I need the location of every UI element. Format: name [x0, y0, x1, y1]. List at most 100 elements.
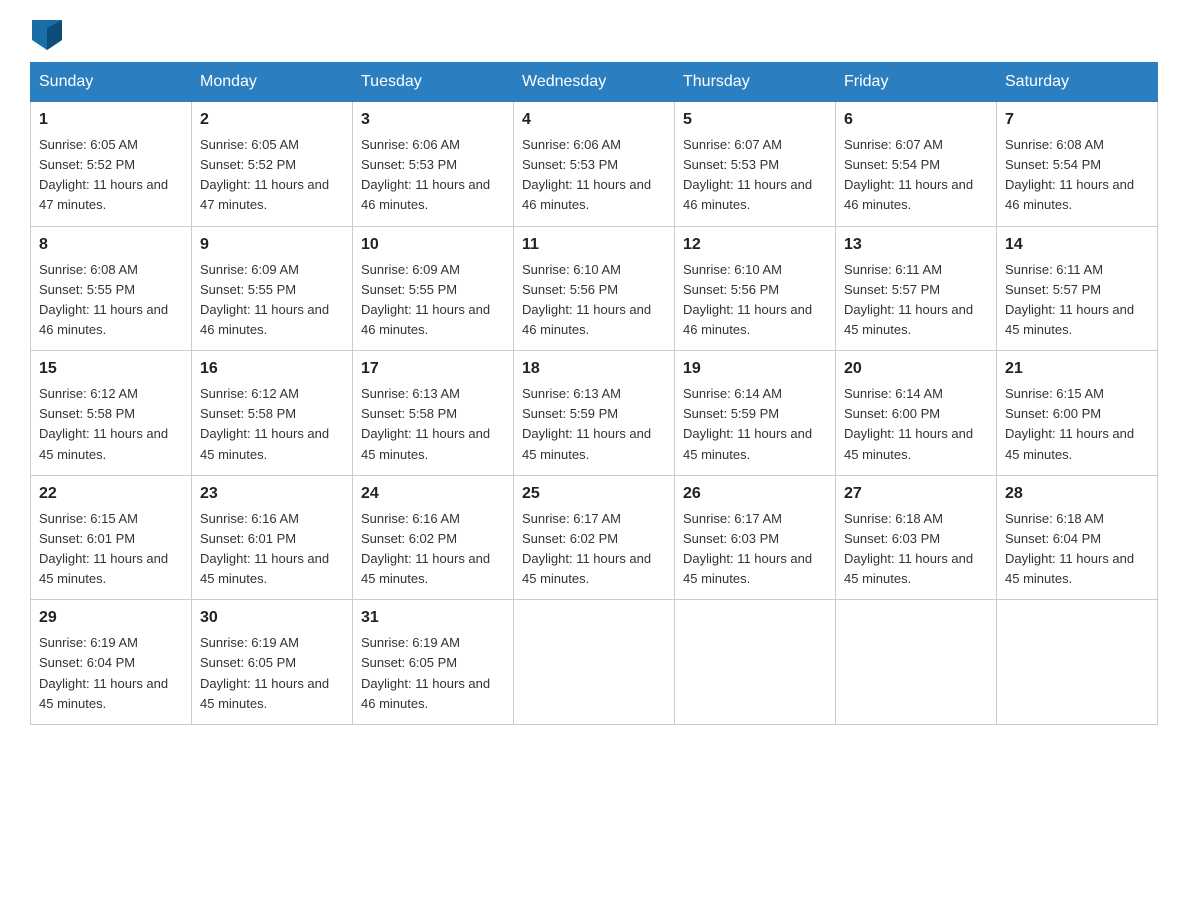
day-number: 22	[39, 482, 183, 506]
day-number: 19	[683, 357, 827, 381]
calendar-cell: 15 Sunrise: 6:12 AMSunset: 5:58 PMDayligh…	[31, 351, 192, 476]
calendar-cell: 7 Sunrise: 6:08 AMSunset: 5:54 PMDaylight…	[997, 102, 1158, 227]
calendar-cell	[836, 600, 997, 725]
day-number: 16	[200, 357, 344, 381]
day-number: 17	[361, 357, 505, 381]
day-number: 4	[522, 108, 666, 132]
day-info: Sunrise: 6:19 AMSunset: 6:05 PMDaylight:…	[361, 633, 505, 714]
day-number: 20	[844, 357, 988, 381]
calendar-cell: 20 Sunrise: 6:14 AMSunset: 6:00 PMDayligh…	[836, 351, 997, 476]
day-number: 2	[200, 108, 344, 132]
calendar-cell: 14 Sunrise: 6:11 AMSunset: 5:57 PMDayligh…	[997, 226, 1158, 351]
calendar-week-row: 15 Sunrise: 6:12 AMSunset: 5:58 PMDayligh…	[31, 351, 1158, 476]
calendar-cell: 1 Sunrise: 6:05 AMSunset: 5:52 PMDaylight…	[31, 102, 192, 227]
day-info: Sunrise: 6:05 AMSunset: 5:52 PMDaylight:…	[39, 135, 183, 216]
calendar-cell: 23 Sunrise: 6:16 AMSunset: 6:01 PMDayligh…	[192, 475, 353, 600]
calendar-cell: 28Sunrise: 6:18 AMSunset: 6:04 PMDayligh…	[997, 475, 1158, 600]
calendar-cell	[675, 600, 836, 725]
day-info: Sunrise: 6:08 AMSunset: 5:54 PMDaylight:…	[1005, 135, 1149, 216]
calendar-cell	[514, 600, 675, 725]
calendar-week-row: 22 Sunrise: 6:15 AMSunset: 6:01 PMDayligh…	[31, 475, 1158, 600]
calendar-cell: 31 Sunrise: 6:19 AMSunset: 6:05 PMDayligh…	[353, 600, 514, 725]
day-number: 1	[39, 108, 183, 132]
day-info: Sunrise: 6:13 AMSunset: 5:58 PMDaylight:…	[361, 384, 505, 465]
weekday-header-row: SundayMondayTuesdayWednesdayThursdayFrid…	[31, 63, 1158, 102]
calendar-cell: 12Sunrise: 6:10 AMSunset: 5:56 PMDayligh…	[675, 226, 836, 351]
day-number: 26	[683, 482, 827, 506]
day-info: Sunrise: 6:09 AMSunset: 5:55 PMDaylight:…	[200, 260, 344, 341]
day-number: 13	[844, 233, 988, 257]
day-info: Sunrise: 6:12 AMSunset: 5:58 PMDaylight:…	[39, 384, 183, 465]
logo-icon	[32, 20, 62, 50]
page-header	[30, 20, 1158, 42]
calendar-cell: 16 Sunrise: 6:12 AMSunset: 5:58 PMDayligh…	[192, 351, 353, 476]
day-number: 12	[683, 233, 827, 257]
day-info: Sunrise: 6:19 AMSunset: 6:05 PMDaylight:…	[200, 633, 344, 714]
day-number: 11	[522, 233, 666, 257]
day-number: 18	[522, 357, 666, 381]
day-number: 8	[39, 233, 183, 257]
day-info: Sunrise: 6:06 AMSunset: 5:53 PMDaylight:…	[361, 135, 505, 216]
day-number: 21	[1005, 357, 1149, 381]
weekday-header-saturday: Saturday	[997, 63, 1158, 102]
day-number: 29	[39, 606, 183, 630]
day-info: Sunrise: 6:15 AMSunset: 6:01 PMDaylight:…	[39, 509, 183, 590]
day-info: Sunrise: 6:15 AMSunset: 6:00 PMDaylight:…	[1005, 384, 1149, 465]
weekday-header-monday: Monday	[192, 63, 353, 102]
day-number: 6	[844, 108, 988, 132]
day-number: 9	[200, 233, 344, 257]
day-info: Sunrise: 6:11 AMSunset: 5:57 PMDaylight:…	[844, 260, 988, 341]
calendar-cell: 18Sunrise: 6:13 AMSunset: 5:59 PMDayligh…	[514, 351, 675, 476]
calendar-cell: 21 Sunrise: 6:15 AMSunset: 6:00 PMDayligh…	[997, 351, 1158, 476]
calendar-cell: 10Sunrise: 6:09 AMSunset: 5:55 PMDayligh…	[353, 226, 514, 351]
day-number: 23	[200, 482, 344, 506]
day-number: 15	[39, 357, 183, 381]
calendar-cell: 19 Sunrise: 6:14 AMSunset: 5:59 PMDayligh…	[675, 351, 836, 476]
day-number: 14	[1005, 233, 1149, 257]
calendar-week-row: 1 Sunrise: 6:05 AMSunset: 5:52 PMDaylight…	[31, 102, 1158, 227]
day-info: Sunrise: 6:14 AMSunset: 6:00 PMDaylight:…	[844, 384, 988, 465]
day-info: Sunrise: 6:11 AMSunset: 5:57 PMDaylight:…	[1005, 260, 1149, 341]
calendar-cell: 25Sunrise: 6:17 AMSunset: 6:02 PMDayligh…	[514, 475, 675, 600]
day-info: Sunrise: 6:06 AMSunset: 5:53 PMDaylight:…	[522, 135, 666, 216]
day-number: 5	[683, 108, 827, 132]
weekday-header-friday: Friday	[836, 63, 997, 102]
day-info: Sunrise: 6:17 AMSunset: 6:03 PMDaylight:…	[683, 509, 827, 590]
calendar-cell: 24 Sunrise: 6:16 AMSunset: 6:02 PMDayligh…	[353, 475, 514, 600]
calendar-week-row: 8 Sunrise: 6:08 AMSunset: 5:55 PMDaylight…	[31, 226, 1158, 351]
calendar-cell: 4 Sunrise: 6:06 AMSunset: 5:53 PMDaylight…	[514, 102, 675, 227]
day-info: Sunrise: 6:12 AMSunset: 5:58 PMDaylight:…	[200, 384, 344, 465]
day-number: 31	[361, 606, 505, 630]
calendar-cell: 5 Sunrise: 6:07 AMSunset: 5:53 PMDaylight…	[675, 102, 836, 227]
weekday-header-thursday: Thursday	[675, 63, 836, 102]
day-info: Sunrise: 6:16 AMSunset: 6:01 PMDaylight:…	[200, 509, 344, 590]
calendar-cell: 22 Sunrise: 6:15 AMSunset: 6:01 PMDayligh…	[31, 475, 192, 600]
day-info: Sunrise: 6:16 AMSunset: 6:02 PMDaylight:…	[361, 509, 505, 590]
calendar-cell: 6Sunrise: 6:07 AMSunset: 5:54 PMDaylight…	[836, 102, 997, 227]
day-number: 10	[361, 233, 505, 257]
weekday-header-wednesday: Wednesday	[514, 63, 675, 102]
day-info: Sunrise: 6:18 AMSunset: 6:04 PMDaylight:…	[1005, 509, 1149, 590]
day-number: 27	[844, 482, 988, 506]
calendar-week-row: 29 Sunrise: 6:19 AMSunset: 6:04 PMDayligh…	[31, 600, 1158, 725]
day-info: Sunrise: 6:18 AMSunset: 6:03 PMDaylight:…	[844, 509, 988, 590]
day-info: Sunrise: 6:10 AMSunset: 5:56 PMDaylight:…	[522, 260, 666, 341]
calendar-cell: 13 Sunrise: 6:11 AMSunset: 5:57 PMDayligh…	[836, 226, 997, 351]
weekday-header-sunday: Sunday	[31, 63, 192, 102]
day-number: 7	[1005, 108, 1149, 132]
calendar-cell: 29 Sunrise: 6:19 AMSunset: 6:04 PMDayligh…	[31, 600, 192, 725]
calendar-cell: 8 Sunrise: 6:08 AMSunset: 5:55 PMDaylight…	[31, 226, 192, 351]
calendar-cell: 27 Sunrise: 6:18 AMSunset: 6:03 PMDayligh…	[836, 475, 997, 600]
day-info: Sunrise: 6:08 AMSunset: 5:55 PMDaylight:…	[39, 260, 183, 341]
day-info: Sunrise: 6:17 AMSunset: 6:02 PMDaylight:…	[522, 509, 666, 590]
day-info: Sunrise: 6:19 AMSunset: 6:04 PMDaylight:…	[39, 633, 183, 714]
day-number: 3	[361, 108, 505, 132]
day-info: Sunrise: 6:14 AMSunset: 5:59 PMDaylight:…	[683, 384, 827, 465]
calendar-cell: 11 Sunrise: 6:10 AMSunset: 5:56 PMDayligh…	[514, 226, 675, 351]
calendar-cell	[997, 600, 1158, 725]
calendar-cell: 17 Sunrise: 6:13 AMSunset: 5:58 PMDayligh…	[353, 351, 514, 476]
day-info: Sunrise: 6:07 AMSunset: 5:53 PMDaylight:…	[683, 135, 827, 216]
day-number: 24	[361, 482, 505, 506]
calendar-cell: 3 Sunrise: 6:06 AMSunset: 5:53 PMDaylight…	[353, 102, 514, 227]
calendar-cell: 26 Sunrise: 6:17 AMSunset: 6:03 PMDayligh…	[675, 475, 836, 600]
